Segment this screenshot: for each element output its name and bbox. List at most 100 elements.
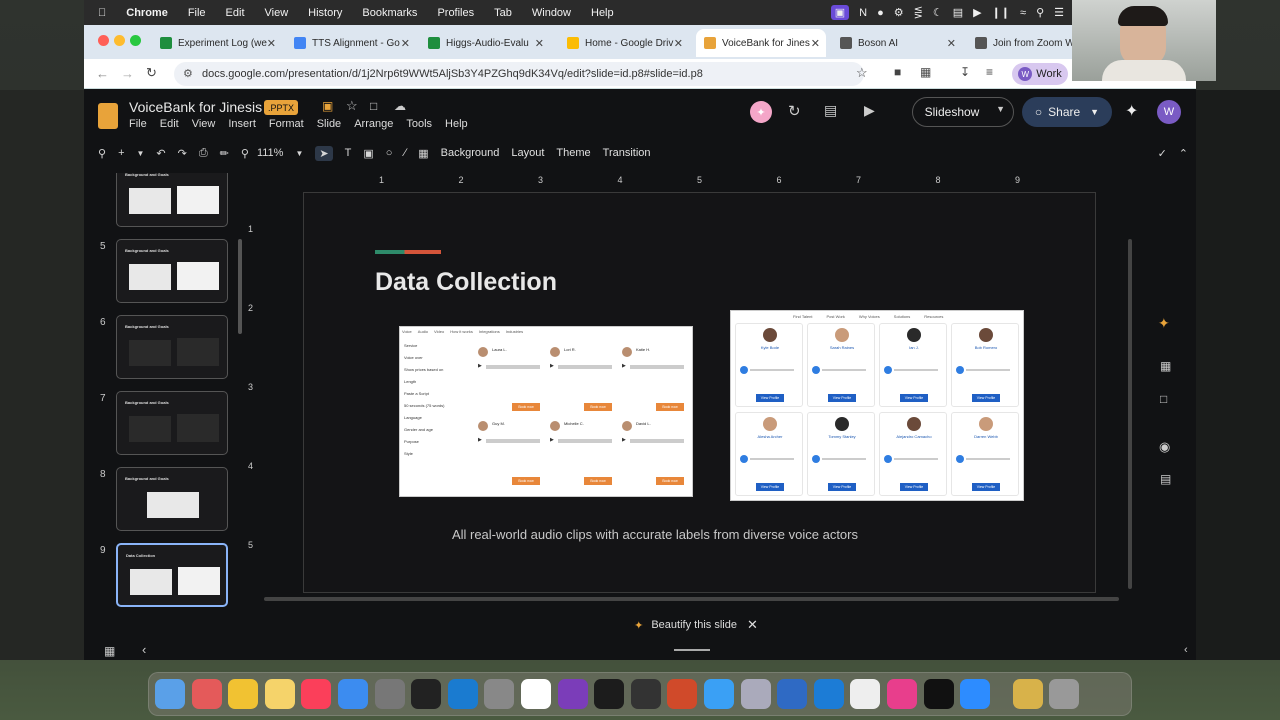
slideshow-dropdown-icon[interactable]: ▼ xyxy=(996,104,1005,114)
account-avatar[interactable]: W xyxy=(1157,100,1181,124)
browser-tab[interactable]: Boson AI ✕ xyxy=(832,29,962,57)
collapse-toolbar-icon[interactable]: ⌃ xyxy=(1179,147,1188,160)
terminal-icon[interactable] xyxy=(411,679,442,709)
extension-icon[interactable]: ⚙ xyxy=(894,6,904,19)
tab-close-icon[interactable]: ✕ xyxy=(535,37,544,50)
canvas-horizontal-scrollbar[interactable] xyxy=(264,597,1119,601)
tab-close-icon[interactable]: ✕ xyxy=(401,37,410,50)
slide-canvas[interactable]: Data Collection Voice Audio Video How it wo… xyxy=(303,192,1096,593)
record-icon[interactable]: ◉ xyxy=(1159,439,1170,455)
slide-thumbnail[interactable]: Data Collection xyxy=(116,543,228,607)
wifi-icon[interactable]: ≈ xyxy=(1020,7,1026,19)
collapse-filmstrip-icon[interactable]: ‹ xyxy=(142,642,146,657)
back-arrow-icon[interactable]: ← xyxy=(96,66,109,81)
control-center-icon[interactable]: ☰ xyxy=(1054,6,1064,19)
download-icon[interactable]: ↧ xyxy=(960,65,970,79)
browser-tab[interactable]: Experiment Log (we ✕ xyxy=(152,29,282,57)
zoom-dropdown-icon[interactable]: ▼ xyxy=(295,149,303,158)
slide-thumbnail[interactable]: Background and Goals xyxy=(116,239,228,303)
comment-add-icon[interactable]: ▦ xyxy=(418,147,428,160)
paint-format-icon[interactable]: ✏ xyxy=(220,147,229,160)
app-menu-file[interactable]: File xyxy=(129,118,147,130)
voice-marketplace-screenshot-1[interactable]: Voice Audio Video How it works Integrations I… xyxy=(399,326,693,497)
browser-tab[interactable]: Join from Zoom W xyxy=(967,29,1072,57)
select-tool-icon[interactable]: ➤ xyxy=(315,145,333,161)
app-menu-insert[interactable]: Insert xyxy=(228,118,256,130)
launchpad-icon[interactable] xyxy=(191,679,222,709)
app-menu-view[interactable]: View xyxy=(192,118,216,130)
voice-marketplace-screenshot-2[interactable]: Find Talent Post Work Why Voices Solutions R… xyxy=(730,310,1024,501)
maps-icon[interactable] xyxy=(704,679,734,709)
folder-icon[interactable]: □ xyxy=(1160,392,1167,406)
undo-icon[interactable]: ↶ xyxy=(156,147,165,160)
tab-close-icon[interactable]: ✕ xyxy=(267,37,276,50)
zoom-icon[interactable] xyxy=(960,679,991,709)
new-slide-icon[interactable]: + xyxy=(118,147,124,159)
chat-icon[interactable]: ● xyxy=(877,7,884,19)
tab-close-icon[interactable]: ✕ xyxy=(674,37,683,50)
chrome-icon[interactable] xyxy=(228,679,259,709)
powerpoint-icon[interactable] xyxy=(667,679,698,709)
slash-icon[interactable]: ▣ xyxy=(322,99,333,113)
pause-icon[interactable]: ❙❙ xyxy=(992,6,1010,19)
meet-icon[interactable]: ▶ xyxy=(864,102,875,119)
share-dropdown-icon[interactable]: ▼ xyxy=(1090,107,1099,117)
star-icon[interactable]: ☆ xyxy=(346,98,358,114)
tab-close-icon[interactable]: ✕ xyxy=(947,37,956,50)
browser-tab[interactable]: Home - Google Driv ✕ xyxy=(559,29,689,57)
move-folder-icon[interactable]: □ xyxy=(370,99,377,113)
redo-icon[interactable]: ↷ xyxy=(178,147,187,160)
menubar-view[interactable]: View xyxy=(265,7,289,19)
keep-icon[interactable]: ▦ xyxy=(1160,359,1171,373)
document-title[interactable]: VoiceBank for Jinesis xyxy=(129,99,262,115)
calendar-icon[interactable] xyxy=(521,679,551,709)
zoom-window-button[interactable] xyxy=(130,35,141,46)
menubar-window[interactable]: Window xyxy=(532,7,571,19)
theme-button[interactable]: Theme xyxy=(556,147,590,159)
app-menu-format[interactable]: Format xyxy=(269,118,304,130)
zoom-icon[interactable]: ⚲ xyxy=(241,147,249,160)
menubar-bookmarks[interactable]: Bookmarks xyxy=(362,7,417,19)
slide-thumbnail[interactable]: Background and Goals xyxy=(116,391,228,455)
new-slide-dropdown-icon[interactable]: ▼ xyxy=(137,149,145,158)
share-button[interactable]: ○ Share ▼ xyxy=(1022,97,1112,127)
menubar-app-name[interactable]: Chrome xyxy=(126,7,168,19)
beautify-slide-bar[interactable]: ✦ Beautify this slide ✕ xyxy=(622,614,770,636)
textedit-icon[interactable] xyxy=(850,679,881,709)
search-icon[interactable]: ⚲ xyxy=(1036,6,1044,19)
comments-icon[interactable]: ▤ xyxy=(824,102,837,119)
slideshow-button[interactable]: Slideshow ▼ xyxy=(912,97,1014,127)
browser-tab[interactable]: TTS Alignment - Go ✕ xyxy=(286,29,416,57)
browser-tab[interactable]: VoiceBank for Jines ✕ xyxy=(696,29,826,57)
background-button[interactable]: Background xyxy=(441,147,500,159)
url-field[interactable]: ⚙ docs.google.com/presentation/d/1j2Nrp6… xyxy=(174,62,864,86)
folder-icon[interactable] xyxy=(1012,679,1043,709)
menubar-help[interactable]: Help xyxy=(591,7,614,19)
menubar-file[interactable]: File xyxy=(188,7,206,19)
browser-tab[interactable]: Higgs-Audio-Evalu ✕ xyxy=(420,29,550,57)
gemini-icon[interactable]: ✦ xyxy=(1125,101,1138,121)
close-window-button[interactable] xyxy=(98,35,109,46)
vscode-icon[interactable] xyxy=(813,679,844,709)
zoom-value[interactable]: 111% xyxy=(257,147,284,159)
slide-thumbnail[interactable]: Background and Goals xyxy=(116,467,228,531)
slide-caption[interactable]: All real-world audio clips with accurate… xyxy=(304,527,974,542)
slides-logo-icon[interactable] xyxy=(98,103,118,129)
cursor-icon[interactable] xyxy=(630,679,661,709)
minimize-window-button[interactable] xyxy=(114,35,125,46)
profile-chip[interactable]: W Work xyxy=(1012,63,1068,85)
onenote-icon[interactable] xyxy=(557,679,588,709)
app-menu-slide[interactable]: Slide xyxy=(317,118,341,130)
bookmark-star-icon[interactable]: ☆ xyxy=(856,65,868,81)
screen-share-icon[interactable]: ▣ xyxy=(830,5,850,20)
trash-icon[interactable] xyxy=(1049,679,1080,709)
menubar-profiles[interactable]: Profiles xyxy=(437,7,474,19)
gemini-side-icon[interactable]: ✦ xyxy=(1158,315,1170,332)
apple-icon[interactable]:  xyxy=(98,7,106,19)
extension-icon[interactable]: ■ xyxy=(894,65,901,79)
format-badge[interactable]: .PPTX xyxy=(264,100,299,115)
slide-thumbnail[interactable]: Background and Goals xyxy=(116,315,228,379)
app-store-icon[interactable] xyxy=(338,679,368,709)
notion-icon[interactable] xyxy=(923,679,954,709)
gemini-spark-icon[interactable]: ✦ xyxy=(750,101,772,123)
